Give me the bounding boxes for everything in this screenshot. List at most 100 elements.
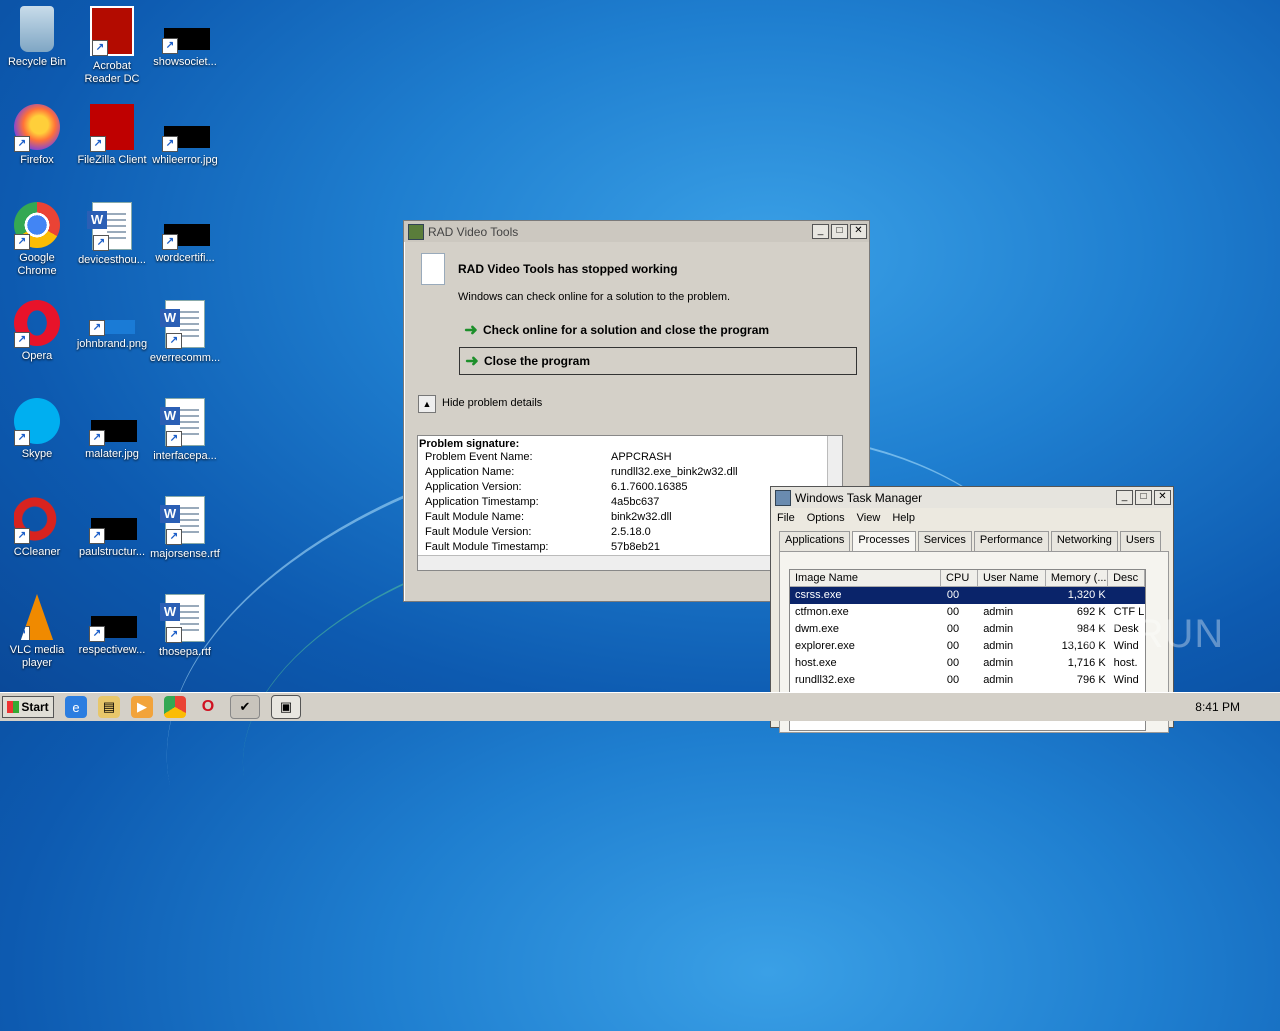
desktop-icon[interactable]: ↗ respectivew... — [75, 594, 149, 657]
shortcut-arrow-icon: ↗ — [166, 431, 182, 447]
minimize-button[interactable]: _ — [1116, 490, 1133, 505]
start-button[interactable]: Start — [2, 696, 54, 718]
cell-name: explorer.exe — [795, 640, 855, 652]
desktop-icon-label: Google Chrome — [17, 252, 57, 277]
menu-item-options[interactable]: Options — [807, 512, 845, 524]
file-explorer-icon[interactable]: ▤ — [98, 696, 120, 718]
table-row[interactable]: host.exe 00 admin 1,716 K host. — [790, 655, 1145, 672]
word-doc-icon: W ↗ — [160, 300, 205, 349]
menu-item-file[interactable]: File — [777, 512, 795, 524]
word-doc-icon: W ↗ — [87, 202, 132, 251]
tab-users[interactable]: Users — [1119, 531, 1161, 551]
option-label: Close the program — [484, 354, 591, 368]
menu-item-view[interactable]: View — [857, 512, 881, 524]
collapse-arrow-button[interactable]: ▲ — [418, 395, 436, 413]
close-button[interactable]: ✕ — [1154, 490, 1171, 505]
shortcut-arrow-icon: ↗ — [90, 136, 106, 152]
desktop-icon[interactable]: W ↗ majorsense.rtf — [148, 496, 222, 561]
menu-item-help[interactable]: Help — [892, 512, 915, 524]
word-w-glyph: W — [160, 603, 180, 621]
cell-name: dwm.exe — [795, 623, 840, 635]
windows-flag-icon — [7, 701, 20, 713]
media-player-icon[interactable]: ▶ — [131, 696, 153, 718]
desktop-icon[interactable]: W ↗ devicesthou... — [75, 202, 149, 267]
close-button[interactable]: ✕ — [850, 224, 867, 239]
taskmanager-title: Windows Task Manager — [795, 490, 923, 505]
desktop-icon[interactable]: ↗ FileZilla Client — [75, 104, 149, 167]
table-row[interactable]: rundll32.exe 00 admin 796 K Wind — [790, 672, 1145, 689]
text-lines — [180, 409, 199, 437]
tab-networking[interactable]: Networking — [1050, 531, 1118, 551]
maximize-button[interactable]: □ — [831, 224, 848, 239]
hide-details-label[interactable]: Hide problem details — [442, 397, 542, 409]
green-arrow-icon: ➜ — [465, 353, 479, 370]
desktop-icon[interactable]: ↗ Skype — [0, 398, 74, 461]
redacted-icon: ↗ — [89, 594, 137, 642]
cell-name: host.exe — [795, 657, 837, 669]
column-header[interactable]: CPU — [941, 570, 978, 586]
detail-key: Problem Event Name: — [425, 451, 533, 463]
dialog-titlebar[interactable]: RAD Video Tools _ □ ✕ — [404, 221, 869, 242]
word-w-glyph: W — [160, 309, 180, 327]
table-row[interactable]: csrss.exe 00 1,320 K — [790, 587, 1145, 604]
desktop-icon-label: interfacepa... — [153, 450, 217, 462]
word-doc-icon: W ↗ — [160, 594, 205, 643]
opera-icon[interactable]: O — [197, 696, 219, 718]
desktop-icon[interactable]: ↗ showsociet... — [148, 6, 222, 69]
chrome-icon[interactable] — [164, 696, 186, 718]
desktop-icon[interactable]: ↗ johnbrand.png — [75, 300, 149, 351]
internet-explorer-icon[interactable]: e — [65, 696, 87, 718]
cell-cpu: 00 — [946, 606, 960, 618]
cell-name: csrss.exe — [795, 589, 842, 601]
shortcut-arrow-icon: ↗ — [14, 528, 30, 544]
clock[interactable]: 8:41 PM — [1195, 700, 1240, 714]
tab-processes[interactable]: Processes — [852, 531, 916, 551]
tab-applications[interactable]: Applications — [779, 531, 851, 551]
detail-key: Application Name: — [425, 466, 515, 478]
desktop-icon-label: whileerror.jpg — [152, 154, 218, 166]
taskmanager-titlebar[interactable]: Windows Task Manager _ □ ✕ — [771, 487, 1173, 508]
minimize-button[interactable]: _ — [812, 224, 829, 239]
close-program-option[interactable]: ➜ Close the program — [459, 347, 857, 375]
tab-services[interactable]: Services — [917, 531, 972, 551]
desktop-icon[interactable]: ↗ wordcertifi... — [148, 202, 222, 265]
app-icon — [408, 223, 424, 240]
cell-user: admin — [983, 657, 1014, 669]
column-header[interactable]: Desc — [1108, 570, 1145, 586]
desktop-icon-label: Acrobat Reader DC — [84, 60, 140, 85]
detail-value: rundll32.exe_bink2w32.dll — [611, 466, 738, 478]
cell-name: rundll32.exe — [795, 674, 855, 686]
tab-performance[interactable]: Performance — [973, 531, 1049, 551]
desktop-icon[interactable]: W ↗ interfacepa... — [148, 398, 222, 463]
desktop-icon[interactable]: ↗ Google Chrome — [0, 202, 74, 278]
system-tray: 8:41 PM — [1150, 693, 1280, 721]
detail-value: 2.5.18.0 — [611, 526, 651, 538]
desktop-icon[interactable]: ↗ whileerror.jpg — [148, 104, 222, 167]
acrobat-icon: ↗ — [90, 6, 134, 56]
desktop-icon[interactable]: ↗ malater.jpg — [75, 398, 149, 461]
check-online-option[interactable]: ➜ Check online for a solution and close … — [459, 317, 855, 343]
column-header[interactable]: User Name — [978, 570, 1046, 586]
desktop-icon[interactable]: ↗ CCleaner — [0, 496, 74, 559]
chrome-icon: ↗ — [14, 202, 60, 250]
column-header[interactable]: Image Name — [790, 570, 942, 586]
maximize-button[interactable]: □ — [1135, 490, 1152, 505]
word-w-glyph: W — [87, 211, 107, 229]
rad-video-tools-taskbar-button[interactable]: ✔ — [230, 695, 260, 719]
desktop-icon[interactable]: ↗ Firefox — [0, 104, 74, 167]
desktop-icon[interactable]: ↗ Acrobat Reader DC — [75, 6, 149, 86]
desktop-icon[interactable]: Recycle Bin — [0, 6, 74, 69]
desktop-icon[interactable]: ↗ paulstructur... — [75, 496, 149, 559]
shortcut-arrow-icon: ↗ — [166, 627, 182, 643]
desktop-icon[interactable]: W ↗ everrecomm... — [148, 300, 222, 365]
desktop-icon[interactable]: ↗ VLC media player — [0, 594, 74, 670]
redacted-icon: ↗ — [162, 202, 210, 250]
desktop-icon[interactable]: W ↗ thosepa.rtf — [148, 594, 222, 659]
task-manager-taskbar-button[interactable]: ▣ — [271, 695, 301, 719]
shortcut-arrow-icon: ↗ — [92, 40, 108, 56]
detail-row: Problem Event Name: APPCRASH — [418, 450, 842, 465]
desktop-icon-label: johnbrand.png — [76, 338, 148, 350]
detail-key: Application Version: — [425, 481, 522, 493]
desktop-icon[interactable]: ↗ Opera — [0, 300, 74, 363]
column-header[interactable]: Memory (... — [1046, 570, 1109, 586]
